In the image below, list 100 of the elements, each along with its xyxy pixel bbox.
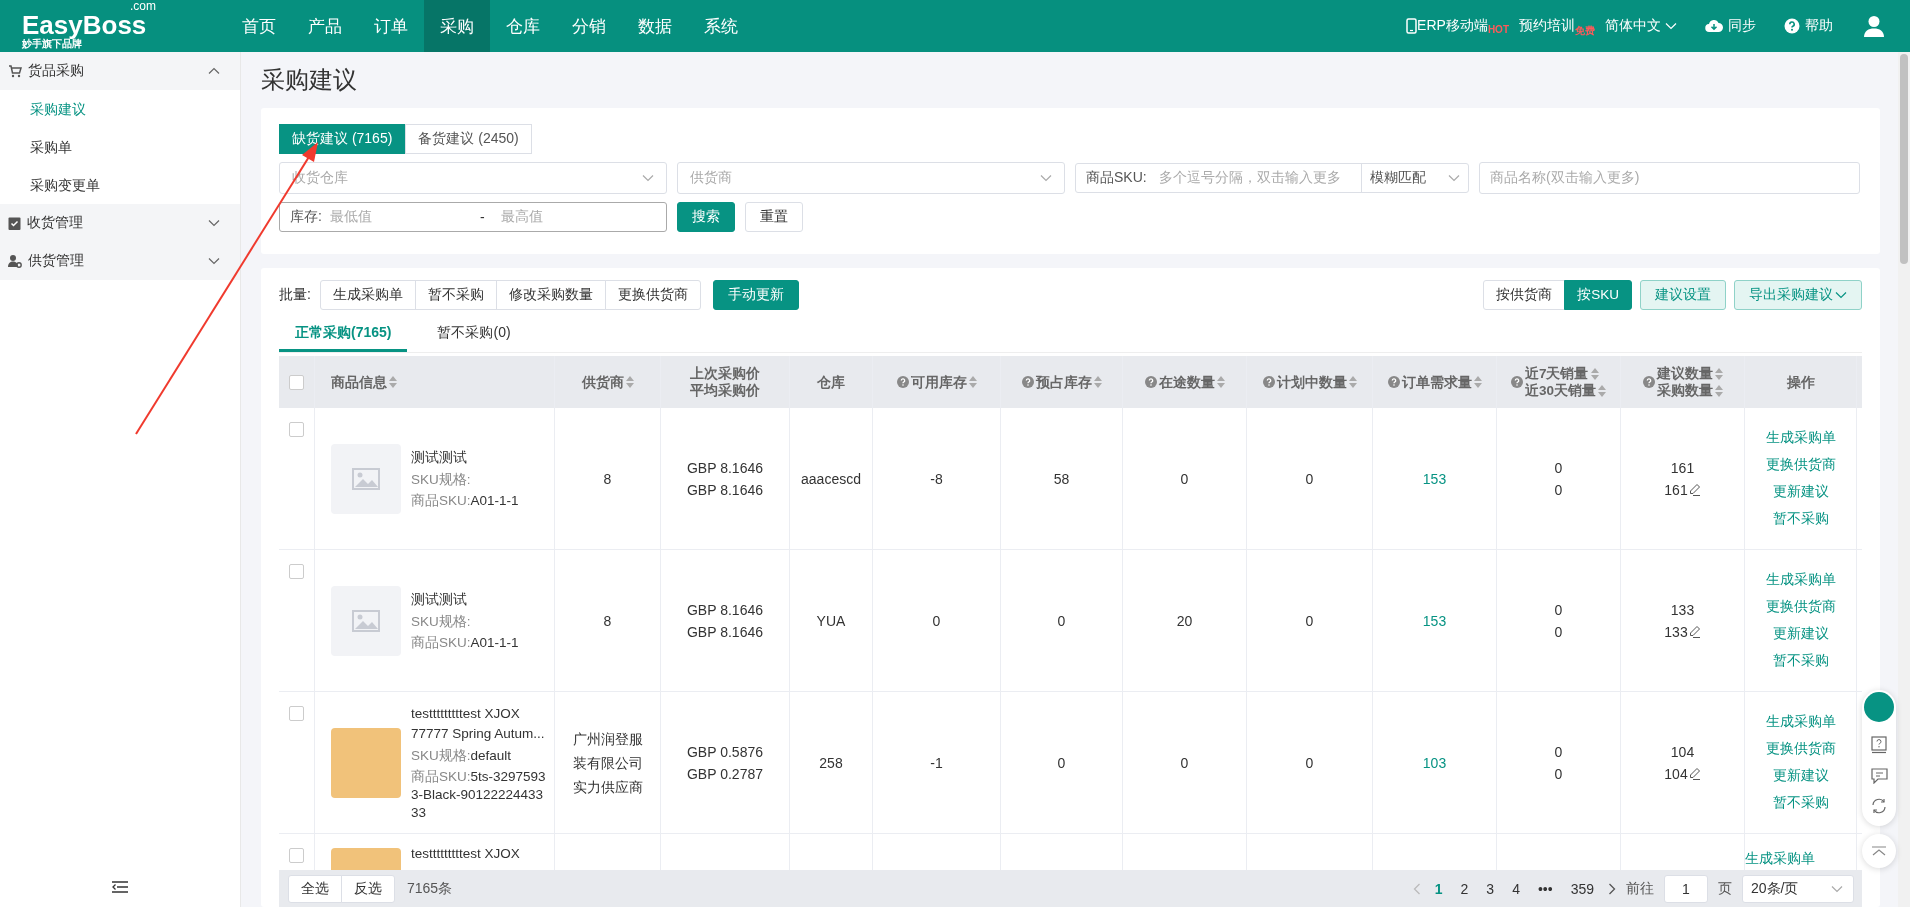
nav-tab[interactable]: 仓库: [490, 0, 556, 52]
sort-icon[interactable]: [1473, 376, 1482, 388]
row-action-link[interactable]: 生成采购单: [1745, 850, 1815, 868]
page-number[interactable]: 3: [1482, 880, 1499, 897]
sort-icon[interactable]: [968, 376, 977, 388]
column-header[interactable]: 商品信息: [331, 373, 397, 391]
row-action-link[interactable]: 更新建议: [1772, 625, 1829, 643]
select-all-checkbox[interactable]: [289, 374, 304, 390]
sidebar-group[interactable]: 货品采购: [0, 52, 240, 90]
training-link[interactable]: 预约培训: [1519, 17, 1575, 35]
sort-icon[interactable]: [389, 376, 397, 388]
order-demand-link[interactable]: 153: [1422, 470, 1447, 487]
page-number[interactable]: 359: [1566, 880, 1598, 897]
sidebar-group[interactable]: 供货管理: [0, 242, 240, 280]
column-header[interactable]: 可用库存: [896, 373, 977, 391]
nav-tab[interactable]: 采购: [424, 0, 490, 52]
suggestion-tab[interactable]: 备货建议 (2450): [405, 124, 532, 154]
export-button[interactable]: 导出采购建议: [1734, 280, 1862, 310]
sort-icon[interactable]: [1714, 367, 1723, 380]
sidebar-item[interactable]: 采购变更单: [0, 166, 240, 204]
nav-tab[interactable]: 订单: [358, 0, 424, 52]
sidebar-item[interactable]: 采购单: [0, 128, 240, 166]
page-number[interactable]: 4: [1508, 880, 1524, 897]
row-action-link[interactable]: 更新建议: [1772, 483, 1829, 501]
batch-action-button[interactable]: 更换供货商: [604, 280, 701, 310]
sort-icon[interactable]: [1348, 376, 1357, 388]
suggestion-settings-button[interactable]: 建议设置: [1640, 280, 1726, 310]
mobile-app-link[interactable]: ERP移动端: [1417, 17, 1488, 35]
page-size-select[interactable]: 20条/页: [1742, 874, 1854, 903]
sort-icon[interactable]: [1598, 384, 1606, 397]
suggestion-tab[interactable]: 缺货建议 (7165): [279, 124, 406, 154]
row-action-link[interactable]: 暂不采购: [1772, 510, 1829, 528]
avatar[interactable]: [1864, 692, 1894, 722]
row-action-link[interactable]: 生成采购单: [1765, 429, 1836, 447]
row-checkbox[interactable]: [289, 848, 304, 863]
sidebar-group[interactable]: 收货管理: [0, 204, 240, 242]
stock-range-field[interactable]: 库存: 最低值 - 最高值: [279, 202, 667, 232]
sidebar-item[interactable]: 采购建议: [0, 90, 240, 128]
sync-link[interactable]: 同步: [1728, 17, 1756, 35]
purchase-tab[interactable]: 正常采购(7165): [279, 318, 408, 352]
order-demand-link[interactable]: 103: [1422, 754, 1447, 771]
search-button[interactable]: 搜索: [677, 202, 735, 232]
row-action-link[interactable]: 更换供货商: [1765, 456, 1836, 474]
row-checkbox[interactable]: [289, 706, 304, 721]
purchase-tab[interactable]: 暂不采购(0): [421, 318, 527, 352]
chat-icon[interactable]: [1870, 768, 1888, 784]
row-action-link[interactable]: 暂不采购: [1772, 652, 1829, 670]
column-header[interactable]: 建议数量 采购数量: [1642, 365, 1723, 399]
sort-icon[interactable]: [1590, 367, 1599, 380]
nav-tab[interactable]: 分销: [556, 0, 622, 52]
view-toggle-button[interactable]: 按SKU: [1564, 280, 1632, 310]
row-action-link[interactable]: 生成采购单: [1765, 571, 1836, 589]
column-header[interactable]: 预占库存: [1021, 373, 1102, 391]
product-name-field[interactable]: 商品名称(双击输入更多): [1479, 162, 1860, 194]
page-number[interactable]: 2: [1456, 880, 1473, 897]
manual-icon[interactable]: [1871, 736, 1887, 754]
user-icon[interactable]: [1863, 15, 1885, 37]
more-pages[interactable]: •••: [1533, 880, 1557, 897]
batch-action-button[interactable]: 暂不采购: [414, 280, 497, 310]
nav-tab[interactable]: 系统: [688, 0, 754, 52]
row-checkbox[interactable]: [289, 422, 304, 437]
sort-icon[interactable]: [1093, 376, 1102, 388]
scrollbar[interactable]: [1898, 52, 1910, 907]
nav-tab[interactable]: 数据: [622, 0, 688, 52]
batch-action-button[interactable]: 修改采购数量: [495, 280, 606, 310]
menu-collapse-icon[interactable]: [112, 881, 128, 893]
help-link[interactable]: 帮助: [1805, 17, 1833, 35]
nav-tab[interactable]: 首页: [226, 0, 292, 52]
column-header[interactable]: 供货商: [581, 373, 634, 391]
reset-button[interactable]: 重置: [745, 202, 803, 232]
edit-icon[interactable]: [1687, 767, 1701, 780]
language-dropdown[interactable]: 简体中文: [1605, 17, 1677, 35]
supplier-select[interactable]: 供货商: [677, 162, 1065, 194]
batch-action-button[interactable]: 生成采购单: [319, 280, 416, 310]
sort-icon[interactable]: [625, 376, 634, 388]
page-input[interactable]: 1: [1664, 874, 1708, 903]
next-page-icon[interactable]: [1608, 882, 1616, 895]
select-all-button[interactable]: 全选: [288, 874, 342, 903]
back-to-top-button[interactable]: [1862, 834, 1896, 868]
row-action-link[interactable]: 生成采购单: [1765, 713, 1836, 731]
row-checkbox[interactable]: [289, 564, 304, 579]
view-toggle-button[interactable]: 按供货商: [1483, 280, 1566, 310]
swap-icon[interactable]: [1871, 798, 1887, 814]
nav-tab[interactable]: 产品: [292, 0, 358, 52]
page-number[interactable]: 1: [1430, 880, 1447, 897]
row-action-link[interactable]: 更换供货商: [1765, 598, 1836, 616]
row-action-link[interactable]: 更新建议: [1772, 767, 1829, 785]
column-header[interactable]: 订单需求量: [1387, 373, 1482, 391]
edit-icon[interactable]: [1687, 625, 1701, 638]
manual-update-button[interactable]: 手动更新: [712, 280, 799, 310]
sort-icon[interactable]: [1714, 384, 1723, 397]
column-header[interactable]: 在途数量: [1144, 373, 1225, 391]
logo[interactable]: .com EasyBoss 妙手旗下品牌: [0, 0, 200, 52]
edit-icon[interactable]: [1687, 483, 1701, 496]
previous-page-icon[interactable]: [1412, 882, 1421, 895]
sort-icon[interactable]: [1216, 376, 1225, 388]
order-demand-link[interactable]: 153: [1422, 612, 1447, 629]
row-action-link[interactable]: 更换供货商: [1765, 740, 1836, 758]
invert-selection-button[interactable]: 反选: [341, 874, 395, 903]
column-header[interactable]: 计划中数量: [1262, 373, 1357, 391]
